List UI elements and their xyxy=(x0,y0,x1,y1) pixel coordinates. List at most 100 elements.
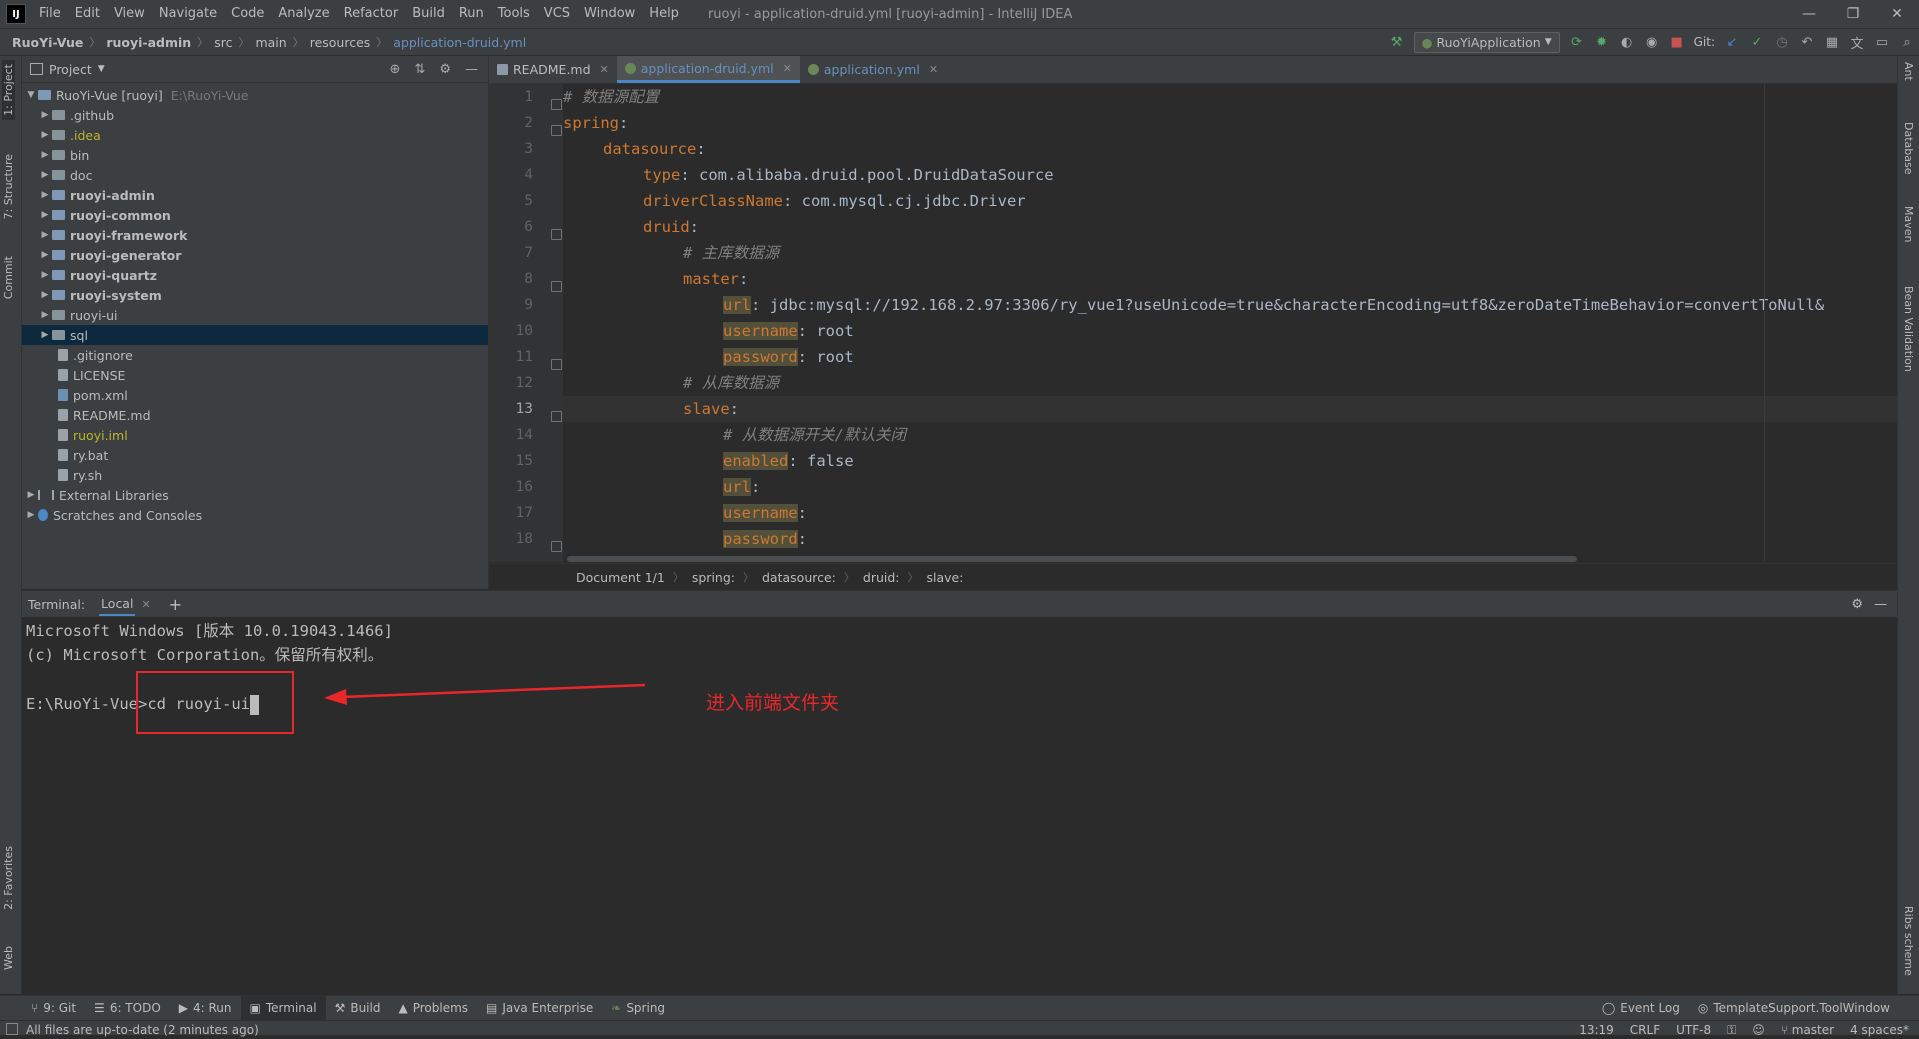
tree-item-pom[interactable]: pom.xml xyxy=(22,385,488,405)
lock-icon[interactable]: ⚿ xyxy=(1727,1021,1736,1039)
menu-navigate[interactable]: Navigate xyxy=(152,0,224,28)
tree-item-external-libraries[interactable]: ▶ External Libraries xyxy=(22,485,488,505)
fold-marker-icon[interactable] xyxy=(551,281,562,292)
collapsed-arrow-icon[interactable]: ▶ xyxy=(38,210,52,220)
tool-event-log[interactable]: ◯ Event Log xyxy=(1593,996,1689,1020)
stop-icon[interactable]: ■ xyxy=(1669,35,1685,50)
breadcrumb-document[interactable]: Document 1/1 xyxy=(568,570,673,585)
gear-icon[interactable]: ⚙ xyxy=(1851,597,1863,612)
tab-bean-validation[interactable]: Bean Validation xyxy=(1902,286,1915,372)
line-separator[interactable]: CRLF xyxy=(1630,1021,1660,1039)
coverage-icon[interactable]: ◐ xyxy=(1619,35,1635,50)
update-project-icon[interactable]: ↙ xyxy=(1724,35,1740,50)
tool-problems[interactable]: ▲ Problems xyxy=(389,996,477,1020)
commit-icon[interactable]: ✓ xyxy=(1749,35,1765,50)
breadcrumb-datasource[interactable]: datasource: xyxy=(754,570,844,585)
terminal-tab-local[interactable]: Local xyxy=(99,593,136,616)
crumb-module[interactable]: ruoyi-admin xyxy=(102,35,195,50)
crumb-project[interactable]: RuoYi-Vue xyxy=(8,35,87,50)
fold-marker-icon[interactable] xyxy=(551,411,562,422)
horizontal-scrollbar[interactable] xyxy=(567,556,1577,562)
tab-structure[interactable]: 7: Structure xyxy=(2,154,15,219)
menu-file[interactable]: File xyxy=(32,0,68,28)
tool-template-support[interactable]: ◎ TemplateSupport.ToolWindow xyxy=(1689,996,1899,1020)
tree-item-sql[interactable]: ▶ sql xyxy=(22,325,488,345)
collapsed-arrow-icon[interactable]: ▶ xyxy=(38,330,52,340)
menu-run[interactable]: Run xyxy=(452,0,491,28)
tree-item-ruoyi-quartz[interactable]: ▶ ruoyi-quartz xyxy=(22,265,488,285)
tree-item-ruoyi-generator[interactable]: ▶ ruoyi-generator xyxy=(22,245,488,265)
rollback-icon[interactable]: ↶ xyxy=(1799,35,1815,50)
tab-favorites[interactable]: 2: Favorites xyxy=(2,846,15,910)
tree-item-scratches[interactable]: ▶ Scratches and Consoles xyxy=(22,505,488,525)
minimize-button[interactable]: — xyxy=(1787,0,1831,28)
tree-root[interactable]: ▼ RuoYi-Vue [ruoyi] E:\RuoYi-Vue xyxy=(22,85,488,105)
collapsed-arrow-icon[interactable]: ▶ xyxy=(24,510,38,520)
menu-code[interactable]: Code xyxy=(224,0,271,28)
fold-marker-icon[interactable] xyxy=(551,359,562,370)
tab-application[interactable]: application.yml ✕ xyxy=(800,56,946,83)
tree-item-ruoyi-system[interactable]: ▶ ruoyi-system xyxy=(22,285,488,305)
tree-item-ruoyi-ui[interactable]: ▶ ruoyi-ui xyxy=(22,305,488,325)
code-editor[interactable]: # 数据源配置 spring: datasource: type: com.al… xyxy=(563,84,1897,562)
collapsed-arrow-icon[interactable]: ▶ xyxy=(38,110,52,120)
collapsed-arrow-icon[interactable]: ▶ xyxy=(38,310,52,320)
collapse-all-icon[interactable]: ⇅ xyxy=(414,62,425,77)
tree-item-readme[interactable]: README.md xyxy=(22,405,488,425)
tab-ant[interactable]: Ant xyxy=(1902,62,1915,81)
collapsed-arrow-icon[interactable]: ▶ xyxy=(38,130,52,140)
tab-readme[interactable]: README.md ✕ xyxy=(489,56,617,83)
tab-maven[interactable]: Maven xyxy=(1902,206,1915,242)
expand-arrow-icon[interactable]: ▼ xyxy=(24,90,38,100)
git-branch[interactable]: ⑂ master xyxy=(1781,1021,1834,1039)
project-structure-icon[interactable]: ▦ xyxy=(1824,35,1840,50)
collapsed-arrow-icon[interactable]: ▶ xyxy=(38,170,52,180)
crumb-main[interactable]: main xyxy=(251,35,290,50)
history-icon[interactable]: ◷ xyxy=(1774,35,1790,50)
tree-item-ry-bat[interactable]: ry.bat xyxy=(22,445,488,465)
fold-marker-icon[interactable] xyxy=(551,125,562,136)
crumb-file[interactable]: application-druid.yml xyxy=(389,35,530,50)
tree-item-github[interactable]: ▶ .github xyxy=(22,105,488,125)
menu-analyze[interactable]: Analyze xyxy=(271,0,336,28)
tab-web[interactable]: Web xyxy=(2,946,15,970)
collapsed-arrow-icon[interactable]: ▶ xyxy=(38,150,52,160)
run-configuration-select[interactable]: ● RuoYiApplication ▼ xyxy=(1413,31,1560,53)
fold-marker-icon[interactable] xyxy=(551,99,562,110)
collapsed-arrow-icon[interactable]: ▶ xyxy=(38,230,52,240)
fold-marker-icon[interactable] xyxy=(551,541,562,552)
tree-item-ruoyi-admin[interactable]: ▶ ruoyi-admin xyxy=(22,185,488,205)
search-icon[interactable]: ⌕ xyxy=(1899,35,1915,50)
menu-refactor[interactable]: Refactor xyxy=(337,0,406,28)
close-window-button[interactable]: ✕ xyxy=(1875,0,1919,28)
new-terminal-icon[interactable]: + xyxy=(169,595,182,614)
tree-item-doc[interactable]: ▶ doc xyxy=(22,165,488,185)
tab-ribs-scheme[interactable]: Ribs scheme xyxy=(1902,906,1915,976)
breadcrumb-slave[interactable]: slave: xyxy=(919,570,972,585)
menu-vcs[interactable]: VCS xyxy=(537,0,577,28)
menu-view[interactable]: View xyxy=(107,0,152,28)
tool-terminal[interactable]: ▣ Terminal xyxy=(240,996,326,1020)
tool-todo[interactable]: ☰ 6: TODO xyxy=(85,996,170,1020)
hide-panel-icon[interactable]: — xyxy=(465,62,478,77)
fold-marker-icon[interactable] xyxy=(551,229,562,240)
collapsed-arrow-icon[interactable]: ▶ xyxy=(38,190,52,200)
tree-item-bin[interactable]: ▶ bin xyxy=(22,145,488,165)
file-encoding[interactable]: UTF-8 xyxy=(1676,1021,1711,1039)
tool-java-enterprise[interactable]: ▤ Java Enterprise xyxy=(477,996,602,1020)
locate-file-icon[interactable]: ⊕ xyxy=(390,62,401,77)
project-view-select[interactable]: Project xyxy=(49,62,92,77)
tab-project[interactable]: 1: Project xyxy=(2,60,15,120)
tool-build[interactable]: ⚒ Build xyxy=(326,996,390,1020)
status-message[interactable]: All files are up-to-date (2 minutes ago) xyxy=(26,1021,259,1039)
gear-icon[interactable]: ⚙ xyxy=(439,62,451,77)
menu-tools[interactable]: Tools xyxy=(491,0,537,28)
menu-build[interactable]: Build xyxy=(405,0,452,28)
tree-item-ruoyi-framework[interactable]: ▶ ruoyi-framework xyxy=(22,225,488,245)
layout-icon[interactable]: ▭ xyxy=(1874,35,1890,50)
close-icon[interactable]: ✕ xyxy=(783,62,792,75)
rerun-icon[interactable]: ⟳ xyxy=(1569,35,1585,50)
close-icon[interactable]: ✕ xyxy=(929,63,938,76)
inspector-icon[interactable]: ☺ xyxy=(1752,1021,1765,1039)
tree-item-ruoyi-common[interactable]: ▶ ruoyi-common xyxy=(22,205,488,225)
